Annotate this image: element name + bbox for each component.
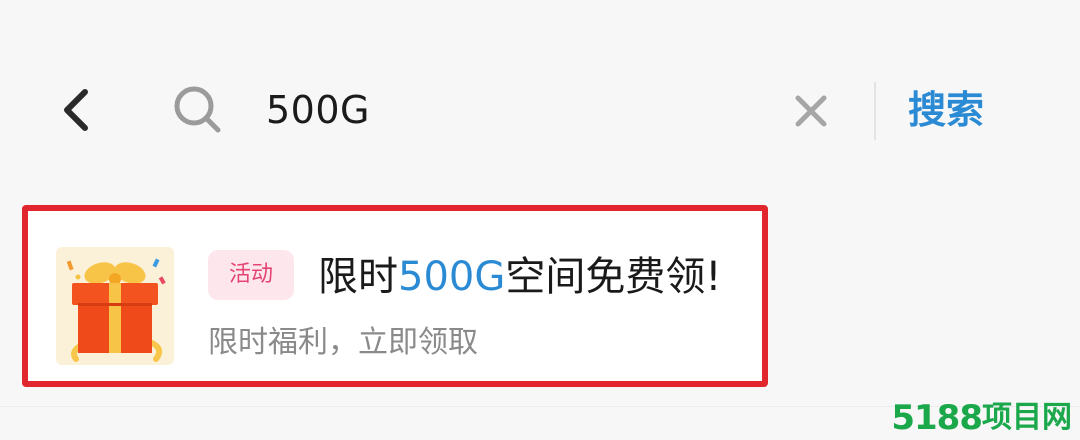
search-bar: 搜索	[0, 60, 1080, 160]
close-icon	[795, 95, 827, 127]
search-result-item[interactable]: 活动 限时500G空间免费领! 限时福利，立即领取	[22, 205, 768, 387]
gift-thumbnail	[56, 247, 174, 365]
result-title: 限时500G空间免费领!	[318, 247, 721, 307]
watermark-number: 5188	[891, 398, 983, 438]
chevron-left-icon	[64, 89, 88, 131]
watermark-text: 项目网	[982, 400, 1072, 435]
watermark: 5188 项目网	[891, 398, 1072, 438]
search-submit-button[interactable]: 搜索	[908, 80, 984, 140]
activity-tag: 活动	[208, 250, 294, 300]
title-prefix: 限时	[318, 254, 398, 300]
search-icon	[174, 86, 221, 133]
gift-icon	[66, 258, 166, 362]
divider	[874, 82, 876, 140]
back-button[interactable]	[52, 82, 100, 138]
search-input[interactable]	[266, 84, 746, 136]
result-subtitle: 限时福利，立即领取	[208, 325, 478, 360]
title-highlight: 500G	[398, 254, 506, 300]
title-suffix: 空间免费领!	[505, 254, 722, 300]
clear-search-button[interactable]	[790, 90, 832, 132]
